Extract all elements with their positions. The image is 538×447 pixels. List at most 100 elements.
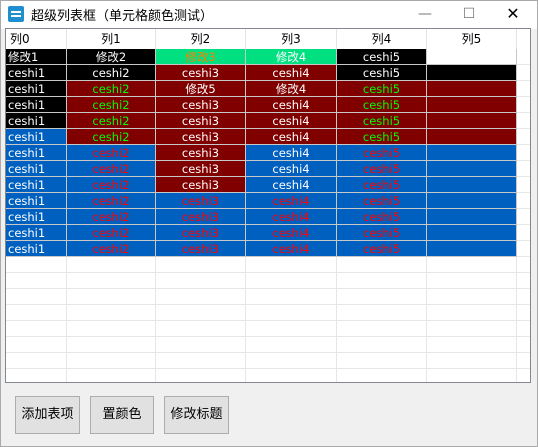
- table-cell-col2[interactable]: ceshi3: [156, 65, 246, 81]
- table-cell-col5[interactable]: [427, 145, 517, 161]
- table-cell-col0[interactable]: ceshi1: [6, 209, 67, 225]
- table-cell-col3[interactable]: ceshi4: [246, 241, 337, 257]
- table-cell-col5[interactable]: [427, 161, 517, 177]
- table-cell-col3[interactable]: ceshi4: [246, 161, 337, 177]
- table-cell-col4[interactable]: ceshi5: [337, 225, 427, 241]
- table-cell-col3[interactable]: ceshi4: [246, 97, 337, 113]
- table-cell-col4[interactable]: ceshi5: [337, 129, 427, 145]
- table-cell-col4[interactable]: ceshi5: [337, 145, 427, 161]
- table-cell-col3[interactable]: ceshi4: [246, 145, 337, 161]
- table-cell-col3[interactable]: ceshi4: [246, 209, 337, 225]
- table-cell-col2[interactable]: ceshi3: [156, 193, 246, 209]
- table-cell-col4[interactable]: ceshi5: [337, 193, 427, 209]
- table-cell-col1[interactable]: ceshi2: [67, 81, 156, 97]
- table-row[interactable]: 修改1 修改2 修改3 修改4 ceshi5: [6, 49, 530, 65]
- table-row[interactable]: ceshi1 ceshi2 ceshi3 ceshi4 ceshi5: [6, 161, 530, 177]
- table-cell-col4[interactable]: ceshi5: [337, 161, 427, 177]
- set-color-button[interactable]: 置颜色: [90, 396, 154, 434]
- table-row[interactable]: ceshi1 ceshi2 ceshi3 ceshi4 ceshi5: [6, 209, 530, 225]
- table-cell-col3[interactable]: ceshi4: [246, 113, 337, 129]
- table-cell-col2[interactable]: ceshi3: [156, 97, 246, 113]
- table-row[interactable]: ceshi1 ceshi2 ceshi3 ceshi4 ceshi5: [6, 145, 530, 161]
- table-cell-col4[interactable]: ceshi5: [337, 97, 427, 113]
- close-button[interactable]: ✕: [491, 1, 535, 27]
- column-header-3[interactable]: 列3: [246, 29, 337, 49]
- table-cell-col0[interactable]: ceshi1: [6, 161, 67, 177]
- table-cell-col1[interactable]: ceshi2: [67, 161, 156, 177]
- table-cell-col4[interactable]: ceshi5: [337, 177, 427, 193]
- table-cell-col0[interactable]: ceshi1: [6, 81, 67, 97]
- table-cell-col1[interactable]: ceshi2: [67, 113, 156, 129]
- column-header-2[interactable]: 列2: [156, 29, 246, 49]
- table-row[interactable]: ceshi1 ceshi2 ceshi3 ceshi4 ceshi5: [6, 241, 530, 257]
- column-header-0[interactable]: 列0: [6, 29, 67, 49]
- table-cell-col0[interactable]: ceshi1: [6, 113, 67, 129]
- super-list-box[interactable]: 列0 列1 列2 列3 列4 列5 修改1 修改2 修改3 修改4 ceshi5 cesh…: [5, 28, 531, 383]
- table-cell-col2[interactable]: ceshi3: [156, 177, 246, 193]
- table-cell-col3[interactable]: ceshi4: [246, 225, 337, 241]
- table-cell-col1[interactable]: 修改2: [67, 49, 156, 65]
- table-cell-col0[interactable]: 修改1: [6, 49, 67, 65]
- table-row[interactable]: ceshi1 ceshi2 ceshi3 ceshi4 ceshi5: [6, 177, 530, 193]
- table-cell-col5[interactable]: [427, 65, 517, 81]
- table-row[interactable]: ceshi1 ceshi2 修改5 修改4 ceshi5: [6, 81, 530, 97]
- table-row[interactable]: ceshi1 ceshi2 ceshi3 ceshi4 ceshi5: [6, 193, 530, 209]
- table-cell-col1[interactable]: ceshi2: [67, 193, 156, 209]
- table-cell-col2[interactable]: ceshi3: [156, 225, 246, 241]
- table-cell-col0[interactable]: ceshi1: [6, 145, 67, 161]
- table-cell-col1[interactable]: ceshi2: [67, 65, 156, 81]
- table-cell-col1[interactable]: ceshi2: [67, 177, 156, 193]
- table-cell-col0[interactable]: ceshi1: [6, 225, 67, 241]
- table-cell-col2[interactable]: ceshi3: [156, 209, 246, 225]
- table-cell-col3[interactable]: 修改4: [246, 49, 337, 65]
- title-bar[interactable]: 超级列表框（单元格颜色测试） — ☐ ✕: [1, 1, 537, 29]
- table-cell-col2[interactable]: ceshi3: [156, 145, 246, 161]
- table-cell-col3[interactable]: ceshi4: [246, 65, 337, 81]
- table-cell-col4[interactable]: ceshi5: [337, 81, 427, 97]
- table-cell-col1[interactable]: ceshi2: [67, 209, 156, 225]
- table-cell-col0[interactable]: ceshi1: [6, 193, 67, 209]
- table-cell-col4[interactable]: ceshi5: [337, 209, 427, 225]
- table-cell-col1[interactable]: ceshi2: [67, 145, 156, 161]
- table-cell-col0[interactable]: ceshi1: [6, 97, 67, 113]
- table-cell-col5[interactable]: [427, 129, 517, 145]
- table-cell-col0[interactable]: ceshi1: [6, 241, 67, 257]
- maximize-button[interactable]: ☐: [447, 1, 491, 27]
- table-cell-col5[interactable]: [427, 225, 517, 241]
- table-cell-col1[interactable]: ceshi2: [67, 97, 156, 113]
- table-row[interactable]: ceshi1 ceshi2 ceshi3 ceshi4 ceshi5: [6, 129, 530, 145]
- table-row[interactable]: ceshi1 ceshi2 ceshi3 ceshi4 ceshi5: [6, 97, 530, 113]
- table-cell-col0[interactable]: ceshi1: [6, 65, 67, 81]
- table-cell-col3[interactable]: ceshi4: [246, 177, 337, 193]
- table-cell-col0[interactable]: ceshi1: [6, 177, 67, 193]
- table-cell-col4[interactable]: ceshi5: [337, 241, 427, 257]
- table-cell-col2[interactable]: ceshi3: [156, 161, 246, 177]
- table-cell-col5[interactable]: [427, 209, 517, 225]
- column-header-1[interactable]: 列1: [67, 29, 156, 49]
- table-cell-col5[interactable]: [427, 193, 517, 209]
- table-cell-col2[interactable]: ceshi3: [156, 129, 246, 145]
- table-cell-col1[interactable]: ceshi2: [67, 129, 156, 145]
- table-cell-col2[interactable]: ceshi3: [156, 113, 246, 129]
- table-cell-col5[interactable]: [427, 177, 517, 193]
- table-cell-col3[interactable]: ceshi4: [246, 193, 337, 209]
- table-cell-col5[interactable]: [427, 113, 517, 129]
- column-header-4[interactable]: 列4: [337, 29, 427, 49]
- table-cell-col5[interactable]: [427, 81, 517, 97]
- table-cell-col2[interactable]: 修改3: [156, 49, 246, 65]
- table-cell-col5[interactable]: [427, 241, 517, 257]
- add-item-button[interactable]: 添加表项: [15, 396, 80, 434]
- table-cell-col4[interactable]: ceshi5: [337, 49, 427, 65]
- table-cell-col3[interactable]: 修改4: [246, 81, 337, 97]
- minimize-button[interactable]: —: [403, 1, 447, 27]
- column-header-5[interactable]: 列5: [427, 29, 517, 49]
- table-cell-col4[interactable]: ceshi5: [337, 65, 427, 81]
- table-cell-col2[interactable]: ceshi3: [156, 241, 246, 257]
- table-cell-col3[interactable]: ceshi4: [246, 129, 337, 145]
- edit-title-button[interactable]: 修改标题: [164, 396, 229, 434]
- table-cell-col4[interactable]: ceshi5: [337, 113, 427, 129]
- table-cell-col5[interactable]: [427, 97, 517, 113]
- table-row[interactable]: ceshi1 ceshi2 ceshi3 ceshi4 ceshi5: [6, 65, 530, 81]
- table-row[interactable]: ceshi1 ceshi2 ceshi3 ceshi4 ceshi5: [6, 113, 530, 129]
- table-cell-col1[interactable]: ceshi2: [67, 225, 156, 241]
